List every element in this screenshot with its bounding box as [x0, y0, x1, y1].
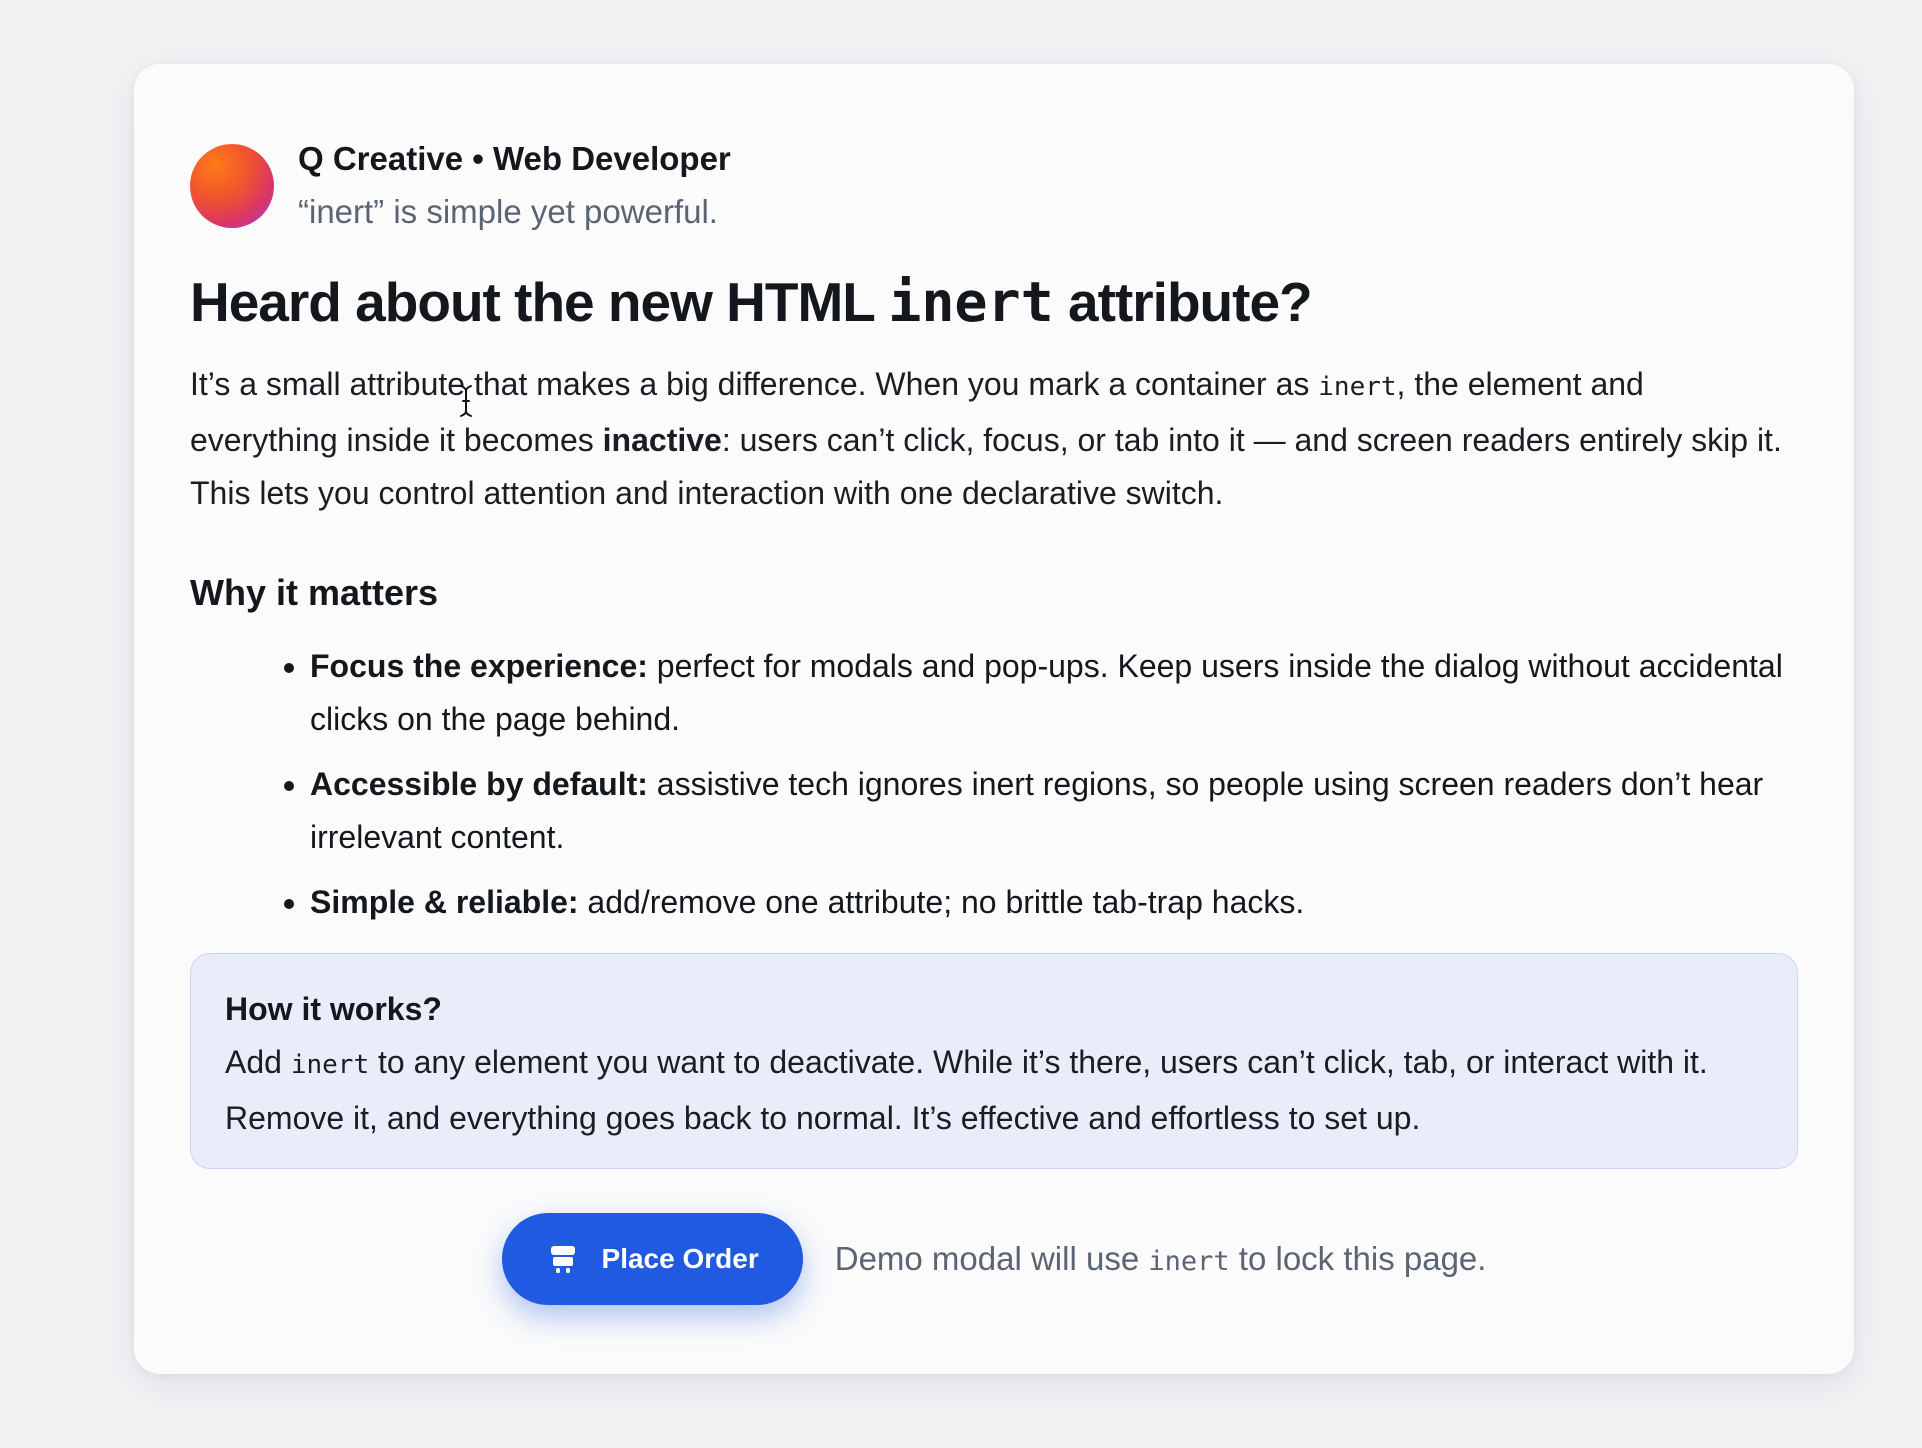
how-it-works-callout: How it works? Add inert to any element y…	[190, 953, 1798, 1169]
headline-after: attribute?	[1053, 271, 1313, 333]
callout-body: Add inert to any element you want to dea…	[225, 1036, 1763, 1145]
headline-before: Heard about the new HTML	[190, 271, 889, 333]
author-quote: “inert” is simple yet powerful.	[298, 193, 718, 230]
cart-icon	[550, 1246, 575, 1273]
list-item: Focus the experience: perfect for modals…	[310, 640, 1798, 746]
intro-paragraph: It’s a small attribute that makes a big …	[190, 358, 1798, 520]
author-header: Q Creative • Web Developer “inert” is si…	[190, 134, 1798, 244]
intro-bold: inactive	[602, 422, 722, 458]
list-item-text: add/remove one attribute; no brittle tab…	[578, 884, 1305, 920]
callout-text-2: to any element you want to deactivate. W…	[225, 1044, 1708, 1136]
action-row: Place Order Demo modal will use inert to…	[190, 1213, 1798, 1305]
avatar	[190, 144, 274, 228]
intro-text-1: It’s a small attribute that makes a big …	[190, 366, 1319, 402]
list-item: Accessible by default: assistive tech ig…	[310, 758, 1798, 864]
demo-note-text-1: Demo modal will use	[834, 1240, 1149, 1277]
author-info: Q Creative • Web Developer “inert” is si…	[298, 134, 731, 237]
demo-note-text-2: to lock this page.	[1229, 1240, 1487, 1277]
page-title: Heard about the new HTML inert attribute…	[190, 264, 1798, 340]
benefits-list: Focus the experience: perfect for modals…	[190, 640, 1798, 929]
text-cursor-icon	[460, 385, 472, 417]
author-name: Q Creative • Web Developer	[298, 140, 731, 177]
list-item-title: Focus the experience:	[310, 648, 648, 684]
post-card: Q Creative • Web Developer “inert” is si…	[134, 64, 1854, 1374]
section-heading: Why it matters	[190, 572, 439, 613]
place-order-button[interactable]: Place Order	[501, 1213, 803, 1305]
list-item-title: Accessible by default:	[310, 766, 648, 802]
demo-note: Demo modal will use inert to lock this p…	[835, 1240, 1487, 1278]
callout-code: inert	[290, 1050, 370, 1080]
callout-title: How it works?	[225, 991, 442, 1027]
demo-note-code: inert	[1148, 1246, 1230, 1277]
intro-code: inert	[1318, 372, 1397, 402]
list-item: Simple & reliable: add/remove one attrib…	[310, 876, 1798, 929]
callout-text-1: Add	[225, 1044, 291, 1080]
place-order-label: Place Order	[601, 1243, 759, 1274]
headline-code: inert	[888, 270, 1054, 334]
list-item-title: Simple & reliable:	[310, 884, 579, 920]
